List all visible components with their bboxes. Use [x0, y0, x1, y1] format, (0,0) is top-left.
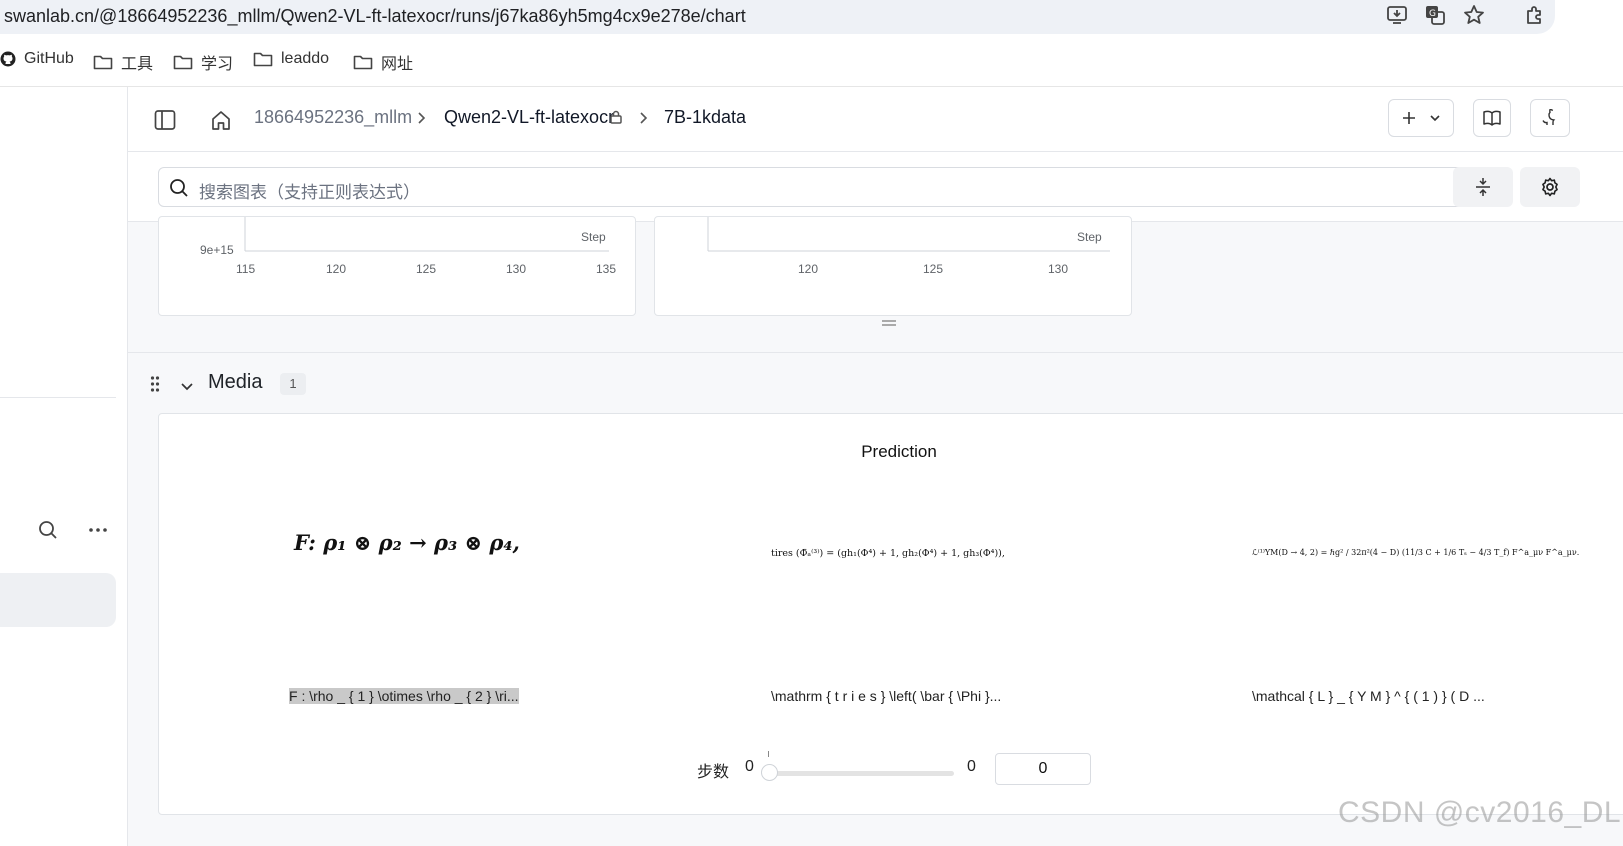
x-tick-label: 125: [416, 262, 437, 276]
search-placeholder: 搜索图表（支持正则表达式）: [199, 183, 420, 202]
formula-caption: \mathrm { t r i e s } \left( \bar { \Phi…: [771, 688, 1002, 704]
x-axis-label: Step: [1077, 230, 1102, 244]
sidebar-selected-run[interactable]: [0, 573, 116, 627]
svg-text:G: G: [1429, 9, 1436, 19]
bookmark-star-icon[interactable]: [1463, 4, 1487, 26]
book-icon: [1483, 110, 1501, 126]
step-slider-thumb[interactable]: [761, 764, 778, 781]
media-panel: Prediction F: ρ₁ ⊗ ρ₂ → ρ₃ ⊗ ρ₄, tires (…: [158, 413, 1623, 815]
home-icon[interactable]: [210, 109, 232, 136]
collapse-expand-button[interactable]: [1453, 167, 1513, 207]
more-options-icon[interactable]: [88, 523, 108, 542]
formula-caption: F : \rho _ { 1 } \otimes \rho _ { 2 } \r…: [289, 688, 519, 704]
github-outline-icon: [1542, 109, 1556, 125]
lock-icon: [610, 110, 622, 124]
sidebar-search-icon[interactable]: [38, 520, 58, 545]
step-max-value: 0: [967, 758, 976, 775]
bookmark-folder-study[interactable]: 学习: [173, 50, 233, 74]
bookmark-label: 学习: [201, 56, 234, 73]
x-axis-label: Step: [581, 230, 606, 244]
step-input[interactable]: 0: [995, 753, 1091, 785]
install-app-icon[interactable]: [1386, 4, 1410, 26]
x-tick-label: 125: [923, 262, 944, 276]
step-min-value: 0: [745, 758, 754, 775]
breadcrumb-user[interactable]: 18664952236_mllm: [254, 107, 412, 128]
chevron-down-icon[interactable]: [180, 379, 194, 397]
chart-card-left[interactable]: Step 9e+15 115 120 125 130 135: [158, 216, 636, 316]
chevron-right-icon: [640, 112, 648, 124]
address-bar[interactable]: swanlab.cn/@18664952236_mllm/Qwen2-VL-ft…: [0, 0, 1555, 34]
plus-icon: [1403, 112, 1415, 124]
bookmark-label: 网址: [381, 56, 414, 73]
x-tick-label: 120: [798, 262, 819, 276]
gear-icon: [1542, 177, 1558, 197]
bookmark-folder-tools[interactable]: 工具: [93, 50, 153, 74]
app-root: swanlab.cn/@18664952236_mllm/Qwen2-VL-ft…: [0, 0, 1623, 846]
expand-collapse-icon: [1476, 178, 1490, 196]
github-icon: [0, 51, 16, 67]
top-header: 18664952236_mllm Qwen2-VL-ft-latexocr 7B…: [128, 87, 1623, 152]
panel-title: Prediction: [861, 442, 937, 461]
step-slider-track[interactable]: [769, 771, 954, 776]
extensions-icon[interactable]: [1524, 4, 1548, 26]
chevron-down-icon: [1430, 115, 1440, 122]
chevron-right-icon: [418, 112, 426, 124]
drag-handle-icon[interactable]: [150, 375, 160, 398]
formula-caption: \mathcal { L } _ { Y M } ^ { ( 1 ) } ( D…: [1252, 688, 1485, 704]
y-tick-label: 9e+15: [200, 243, 234, 257]
media-count-badge: 1: [280, 373, 306, 395]
bookmark-github[interactable]: GitHub: [0, 50, 74, 68]
x-tick-label: 120: [326, 262, 347, 276]
charts-area: Step 9e+15 115 120 125 130 135 Step 120 …: [128, 216, 1623, 352]
sidebar-divider: [0, 397, 116, 398]
chart-axes: [244, 217, 609, 252]
folder-icon: [93, 55, 113, 70]
folder-icon: [253, 52, 273, 67]
bookmark-label: leaddo: [281, 50, 330, 67]
translate-icon[interactable]: G: [1424, 4, 1448, 26]
bookmark-folder-sites[interactable]: 网址: [353, 50, 413, 74]
bookmarks-bar: GitHub 工具 学习 leaddo 网址: [0, 44, 1623, 80]
x-tick-label: 115: [236, 262, 256, 276]
media-section-title[interactable]: Media: [208, 371, 262, 394]
chart-search-input[interactable]: 搜索图表（支持正则表达式）: [158, 167, 1478, 207]
folder-icon: [173, 55, 193, 70]
add-dropdown-button[interactable]: [1388, 99, 1454, 137]
folder-icon: [353, 55, 373, 70]
chart-card-right[interactable]: Step 120 125 130: [654, 216, 1132, 316]
sidebar: [0, 87, 128, 846]
breadcrumb-run[interactable]: 7B-1kdata: [664, 107, 746, 128]
formula-image[interactable]: F: ρ₁ ⊗ ρ₂ → ρ₃ ⊗ ρ₄,: [294, 530, 520, 555]
github-button[interactable]: [1530, 99, 1570, 137]
breadcrumb-project[interactable]: Qwen2-VL-ft-latexocr: [444, 107, 614, 128]
sidebar-toggle-icon[interactable]: [154, 109, 176, 136]
formula-image[interactable]: ℒ⁽¹⁾YM(D → 4, 2) = ℏg² / 32π²(4 − D) (11…: [1252, 548, 1579, 557]
x-tick-label: 135: [596, 262, 617, 276]
docs-button[interactable]: [1473, 99, 1511, 137]
url-text[interactable]: swanlab.cn/@18664952236_mllm/Qwen2-VL-ft…: [4, 6, 746, 27]
search-icon: [170, 179, 188, 197]
media-section: Media 1 Prediction F: ρ₁ ⊗ ρ₂ → ρ₃ ⊗ ρ₄,…: [128, 352, 1623, 846]
x-tick-label: 130: [506, 262, 527, 276]
bookmark-folder-leaddo[interactable]: leaddo: [253, 50, 329, 68]
bookmark-label: 工具: [121, 56, 154, 73]
search-row: 搜索图表（支持正则表达式）: [128, 152, 1623, 222]
resize-handle-icon[interactable]: [882, 314, 896, 332]
settings-button[interactable]: [1520, 167, 1580, 207]
watermark-text: CSDN @cv2016_DL: [1338, 796, 1622, 829]
step-label: 步数: [697, 764, 730, 781]
formula-image[interactable]: tires (Φ̄ₐ⁽³⁾) = (gh₁(Φ⁴) + 1, gh₂(Φ⁴) +…: [771, 548, 1005, 559]
x-tick-label: 130: [1048, 262, 1069, 276]
slider-tick: [768, 751, 769, 757]
bookmark-label: GitHub: [24, 50, 74, 67]
